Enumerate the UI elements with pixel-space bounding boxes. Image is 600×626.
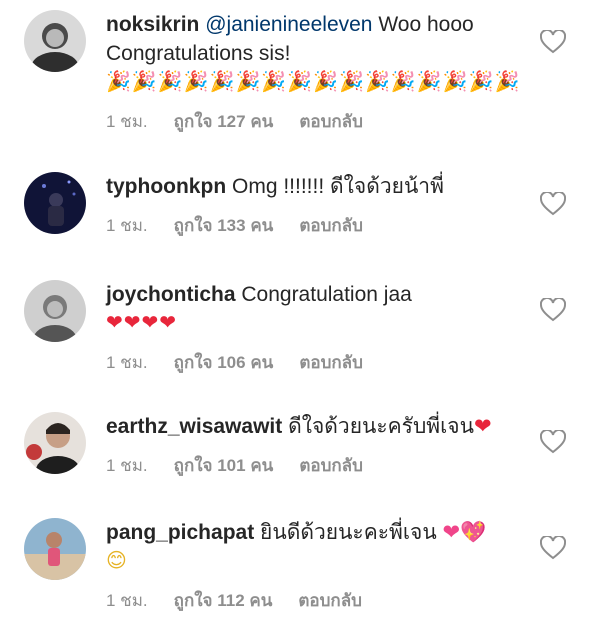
comment-username[interactable]: pang_pichapat (106, 521, 254, 544)
comment-text: Congratulation jaa (235, 283, 412, 306)
comment-time: 1 ชม. (106, 112, 148, 131)
comment-likes[interactable]: ถูกใจ 101 คน (174, 452, 274, 479)
comment-time: 1 ชม. (106, 456, 148, 475)
comment-likes[interactable]: ถูกใจ 112 คน (174, 587, 273, 614)
reply-button[interactable]: ตอบกลับ (298, 587, 362, 614)
comment-mention[interactable]: @janienineeleven (205, 13, 372, 36)
comment-username[interactable]: earthz_wisawawit (106, 415, 282, 438)
comment-meta: 1 ชม. ถูกใจ 133 คน ตอบกลับ (106, 212, 526, 239)
like-heart-icon[interactable] (540, 430, 566, 454)
reply-button[interactable]: ตอบกลับ (299, 212, 363, 239)
comment-time: 1 ชม. (106, 353, 148, 372)
comment-likes[interactable]: ถูกใจ 106 คน (174, 349, 274, 376)
like-heart-icon[interactable] (540, 30, 566, 54)
avatar[interactable] (24, 518, 86, 580)
comment-time: 1 ชม. (106, 591, 148, 610)
comment-meta: 1 ชม. ถูกใจ 106 คน ตอบกลับ (106, 349, 526, 376)
avatar[interactable] (24, 172, 86, 234)
comment-username[interactable]: joychonticha (106, 283, 236, 306)
comment-likes[interactable]: ถูกใจ 127 คน (174, 108, 274, 135)
comments-list: noksikrin @janienineeleven Woo hooo Cong… (0, 0, 600, 626)
reply-button[interactable]: ตอบกลับ (299, 349, 363, 376)
reply-button[interactable]: ตอบกลับ (299, 108, 363, 135)
comment-meta: 1 ชม. ถูกใจ 127 คน ตอบกลับ (106, 108, 526, 135)
comment-emoji: ❤❤❤❤ (106, 312, 178, 334)
comment-time: 1 ชม. (106, 216, 148, 235)
like-heart-icon[interactable] (540, 536, 566, 560)
reply-button[interactable]: ตอบกลับ (299, 452, 363, 479)
comment-likes[interactable]: ถูกใจ 133 คน (174, 212, 274, 239)
comment-emoji: ❤💖 (442, 521, 487, 544)
avatar[interactable] (24, 10, 86, 72)
comment-username[interactable]: noksikrin (106, 13, 199, 36)
like-heart-icon[interactable] (540, 298, 566, 322)
comment-username[interactable]: typhoonkpn (106, 175, 226, 198)
like-heart-icon[interactable] (540, 192, 566, 216)
comment-emoji: 🎉🎉🎉🎉🎉🎉🎉🎉🎉🎉🎉🎉🎉🎉🎉🎉 (106, 71, 521, 93)
comment-text: ยินดีด้วยนะคะพี่เจน (254, 521, 443, 544)
avatar[interactable] (24, 280, 86, 342)
comment-meta: 1 ชม. ถูกใจ 112 คน ตอบกลับ (106, 587, 526, 614)
comment-emoji: ❤ (473, 415, 492, 438)
comment-emoji-2: 😊 (106, 550, 128, 572)
comment-meta: 1 ชม. ถูกใจ 101 คน ตอบกลับ (106, 452, 526, 479)
comment-text: Omg !!!!!!! ดีใจด้วยน้าพี่ (226, 175, 444, 198)
comment-text: ดีใจด้วยนะครับพี่เจน (282, 415, 474, 438)
avatar[interactable] (24, 412, 86, 474)
